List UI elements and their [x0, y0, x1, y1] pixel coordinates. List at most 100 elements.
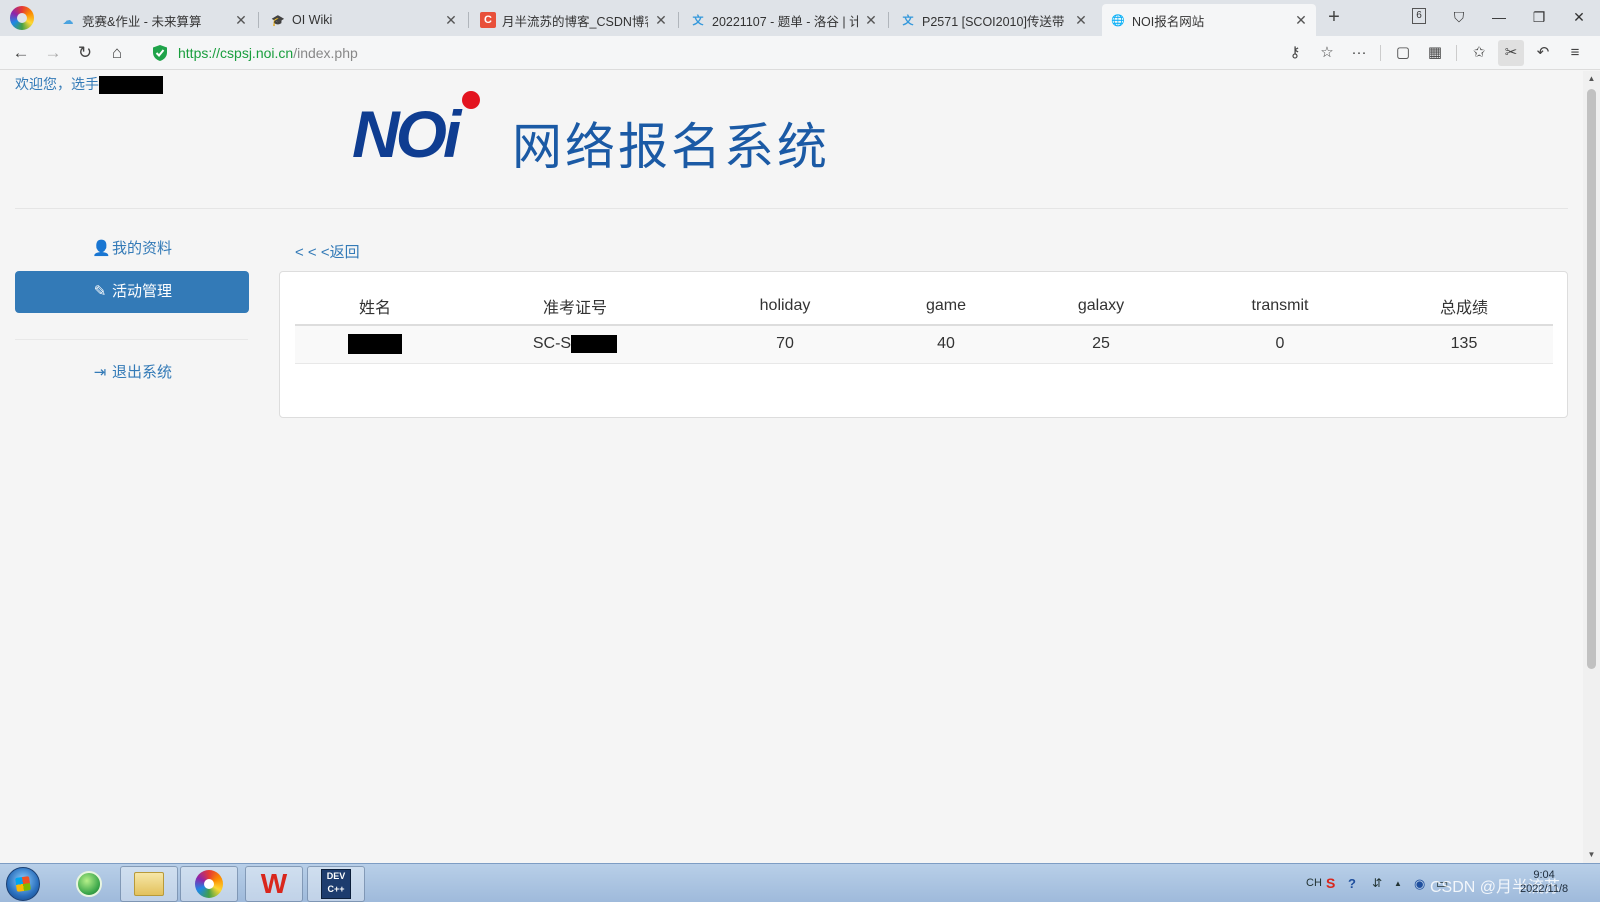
forward-arrow-icon[interactable]: → [40, 40, 66, 66]
tab-close-icon[interactable]: ✕ [1074, 12, 1088, 29]
csdn-icon: C [480, 12, 496, 28]
page-title: 网络报名系统 [512, 118, 830, 176]
clock[interactable]: 9:04 2022/11/8 [1520, 868, 1568, 896]
taskbar-app-browser[interactable] [180, 866, 238, 902]
tab-contest[interactable]: ☁ 竞赛&作业 - 未来算算 ✕ [52, 4, 256, 36]
noi-logo-dot [462, 91, 480, 109]
cell-transmit: 0 [1185, 325, 1375, 363]
cell-total: 135 [1375, 325, 1553, 363]
minimize-button[interactable]: — [1482, 4, 1516, 30]
sidebar-item-profile[interactable]: 👤我的资料 [15, 228, 249, 270]
tab-separator [888, 12, 889, 28]
network-icon[interactable]: ⇵ [1372, 864, 1382, 902]
pin-icon[interactable]: ⛉ [1442, 4, 1476, 30]
reader-icon[interactable]: ▢ [1390, 40, 1416, 66]
tab-title: 月半流苏的博客_CSDN博客 [502, 14, 648, 29]
table-row-empty [295, 362, 1553, 383]
cell-exam-id: SC-S [455, 325, 695, 363]
tab-noi[interactable]: 🌐 NOI报名网站 ✕ [1102, 4, 1316, 36]
help-icon[interactable]: ? [1348, 864, 1356, 902]
tab-close-icon[interactable]: ✕ [234, 12, 248, 29]
taskbar-app-ie[interactable] [60, 866, 118, 902]
sidebar-divider [15, 339, 248, 340]
home-icon[interactable]: ⌂ [104, 40, 130, 66]
header-divider [15, 208, 1568, 209]
start-button[interactable] [6, 867, 40, 901]
taskbar: W DEV C++ CH S ? ⇵ ▲ ◉ ▭ CSDN @月半流苏 9:04 … [0, 863, 1600, 902]
browser-logo-icon[interactable] [10, 6, 34, 30]
address-bar[interactable]: https://cspsj.noi.cn/index.php [144, 40, 1284, 66]
tab-close-icon[interactable]: ✕ [864, 12, 878, 29]
sidebar-item-label: 我的资料 [111, 240, 172, 257]
tab-close-icon[interactable]: ✕ [444, 12, 458, 29]
ie-icon [76, 871, 102, 897]
tab-title: 20221107 - 题单 - 洛谷 | 计 [712, 14, 858, 29]
tab-close-icon[interactable]: ✕ [654, 12, 668, 29]
tab-oiwiki[interactable]: 🎓 OI Wiki ✕ [262, 4, 466, 36]
tab-csdn[interactable]: C 月半流苏的博客_CSDN博客 ✕ [472, 4, 676, 36]
sidebar-item-logout[interactable]: ⇥ 退出系统 [15, 352, 249, 394]
redacted-exam-id [571, 335, 618, 354]
tab-bar: ☁ 竞赛&作业 - 未来算算 ✕ 🎓 OI Wiki ✕ C 月半流苏的博客_C… [0, 0, 1600, 36]
welcome-text: 欢迎您，选手 [15, 74, 163, 95]
taskbar-app-devcpp[interactable]: DEV C++ [307, 866, 365, 902]
tab-luogu-list[interactable]: 文 20221107 - 题单 - 洛谷 | 计 ✕ [682, 4, 886, 36]
sogou-icon[interactable]: S [1326, 864, 1335, 902]
table-row: SC-S 70 40 25 0 135 [295, 325, 1553, 363]
screenshot-scissors-icon[interactable]: ✂ [1498, 40, 1524, 66]
menu-icon[interactable]: ≡ [1562, 40, 1588, 66]
tab-title: OI Wiki [292, 13, 333, 27]
cloud-icon: ☁ [62, 14, 74, 27]
apps-grid-icon[interactable]: ▦ [1422, 40, 1448, 66]
tab-title: NOI报名网站 [1132, 14, 1205, 29]
star-icon[interactable]: ☆ [1314, 40, 1340, 66]
reload-icon[interactable]: ↻ [72, 40, 98, 66]
show-hidden-icon[interactable]: ▲ [1394, 864, 1402, 902]
page-scrollbar[interactable]: ▲ ▼ [1583, 71, 1600, 863]
graduation-cap-icon: 🎓 [271, 14, 285, 27]
url-text[interactable]: https://cspsj.noi.cn/index.php [178, 40, 358, 66]
globe-tray-icon[interactable]: ◉ [1414, 864, 1425, 902]
taskbar-app-explorer[interactable] [120, 866, 178, 902]
taskbar-app-wps[interactable]: W [245, 866, 303, 902]
secure-shield-icon[interactable] [152, 44, 168, 62]
luogu-icon: 文 [902, 15, 914, 27]
cell-name [295, 325, 455, 363]
key-icon[interactable]: ⚷ [1282, 40, 1308, 66]
redacted-name [348, 334, 402, 355]
toolbar-divider [1380, 45, 1381, 61]
scroll-up-arrow-icon[interactable]: ▲ [1583, 71, 1600, 87]
cell-galaxy: 25 [1017, 325, 1185, 363]
url-path: /index.php [293, 45, 358, 61]
new-tab-button[interactable]: + [1322, 6, 1346, 30]
redacted-name [99, 76, 163, 95]
sidebar-item-activity[interactable]: ✎ 活动管理 [15, 271, 249, 313]
wps-icon: W [260, 868, 288, 899]
empty-cell [295, 362, 1553, 383]
score-table: 姓名 准考证号 holiday game galaxy transmit 总成绩… [295, 287, 1553, 383]
col-galaxy: galaxy [1017, 287, 1185, 326]
tab-luogu-problem[interactable]: 文 P2571 [SCOI2010]传送带 - ✕ [892, 4, 1096, 36]
url-scheme: https:// [178, 45, 221, 61]
close-window-button[interactable]: ✕ [1562, 4, 1596, 30]
scroll-thumb[interactable] [1587, 89, 1596, 669]
more-icon[interactable]: ··· [1346, 40, 1372, 66]
scroll-down-arrow-icon[interactable]: ▼ [1583, 847, 1600, 863]
cell-game: 40 [875, 325, 1017, 363]
page-content: 欢迎您，选手 NOi 网络报名系统 👤我的资料 ✎ 活动管理 ⇥ 退出系统 < < … [0, 71, 1583, 863]
folder-icon [134, 872, 164, 896]
tab-separator [258, 12, 259, 28]
back-arrow-icon[interactable]: ← [8, 40, 34, 66]
cell-holiday: 70 [695, 325, 875, 363]
tray-language[interactable]: CH [1306, 864, 1322, 902]
undo-icon[interactable]: ↶ [1530, 40, 1556, 66]
clock-time: 9:04 [1533, 869, 1555, 881]
tab-count-badge[interactable]: 6 [1412, 8, 1426, 24]
col-transmit: transmit [1185, 287, 1375, 326]
favorites-icon[interactable]: ✩ [1466, 40, 1492, 66]
dev-cpp-icon: DEV C++ [321, 869, 351, 899]
tab-close-icon[interactable]: ✕ [1294, 12, 1308, 29]
back-link[interactable]: < < <返回 [295, 241, 360, 262]
edit-icon: ✎ [93, 283, 107, 300]
restore-button[interactable]: ❐ [1522, 4, 1556, 30]
